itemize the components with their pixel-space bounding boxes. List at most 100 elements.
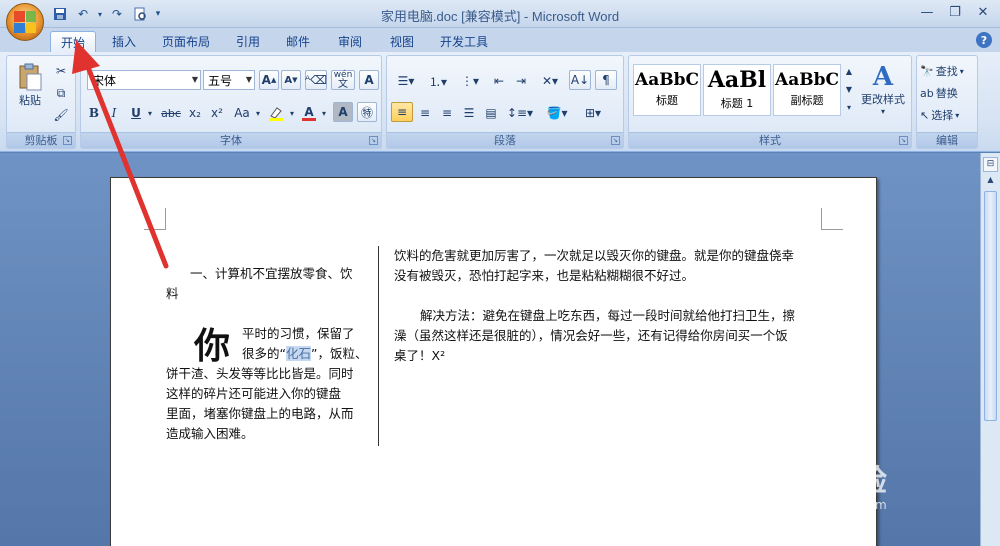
text-line: 平时的习惯，保留了 bbox=[242, 326, 355, 341]
underline-dropdown-icon[interactable]: ▾ bbox=[145, 102, 155, 124]
style-name: 标题 1 bbox=[720, 97, 754, 110]
clear-format-icon[interactable]: ᴬ⌫ bbox=[305, 70, 327, 90]
margin-corner-top-left bbox=[144, 208, 166, 230]
chevron-down-icon: ▼ bbox=[191, 75, 198, 84]
tab-review[interactable]: 审阅 bbox=[328, 31, 372, 52]
styles-scroll-down-icon[interactable]: ▼ bbox=[843, 80, 855, 98]
multilevel-list-icon[interactable]: ⋮▾ bbox=[455, 70, 485, 92]
line-spacing-icon[interactable]: ↕≡▾ bbox=[505, 102, 535, 124]
find-button[interactable]: 🔭 查找 ▾ bbox=[919, 60, 977, 82]
text-line: 澡（虽然这样还是很脏的），情况会好一些，还有记得给你房间买一个饭 bbox=[394, 328, 788, 343]
cut-icon[interactable]: ✂ bbox=[51, 60, 71, 82]
chevron-down-icon: ▼ bbox=[245, 75, 252, 84]
case-dropdown-icon[interactable]: ▾ bbox=[253, 102, 263, 124]
clipboard-group: 粘贴 ✂ ⧉ 🖌 剪贴板 ↘ bbox=[6, 55, 76, 149]
distribute-icon[interactable]: ▤ bbox=[481, 102, 501, 124]
align-left-icon[interactable]: ≡ bbox=[391, 102, 413, 122]
replace-label: 替换 bbox=[935, 87, 958, 100]
justify-icon[interactable]: ☰ bbox=[459, 102, 479, 124]
tab-references[interactable]: 引用 bbox=[226, 31, 270, 52]
enclose-char-icon[interactable]: ㊕ bbox=[357, 102, 377, 122]
editing-group-label: 编辑 bbox=[917, 132, 977, 148]
style-subtitle[interactable]: AaBbC 副标题 bbox=[773, 64, 841, 116]
tab-view[interactable]: 视图 bbox=[380, 31, 424, 52]
tab-insert[interactable]: 插入 bbox=[102, 31, 146, 52]
superscript-button[interactable]: x² bbox=[207, 102, 227, 124]
vertical-scrollbar[interactable]: ⊟ ▲ bbox=[980, 153, 1000, 546]
help-icon[interactable]: ? bbox=[976, 32, 992, 48]
paste-button[interactable]: 粘贴 bbox=[13, 60, 47, 110]
dropcap-char: 你 bbox=[194, 325, 231, 367]
scroll-thumb[interactable] bbox=[984, 191, 997, 421]
column-divider bbox=[378, 246, 379, 446]
view-ruler-icon[interactable]: ⊟ bbox=[983, 157, 998, 172]
tab-home[interactable]: 开始 bbox=[50, 31, 97, 52]
font-color-dropdown-icon[interactable]: ▾ bbox=[319, 102, 329, 124]
font-size-select[interactable]: 五号 ▼ bbox=[203, 70, 255, 90]
highlight-icon[interactable] bbox=[265, 102, 287, 124]
highlight-dropdown-icon[interactable]: ▾ bbox=[287, 102, 297, 124]
borders-icon[interactable]: ⊞▾ bbox=[577, 102, 609, 124]
copy-icon[interactable]: ⧉ bbox=[51, 82, 71, 104]
paste-icon bbox=[19, 63, 42, 91]
underline-button[interactable]: U bbox=[127, 102, 145, 124]
font-name-select[interactable]: 宋体 ▼ bbox=[87, 70, 201, 90]
clipboard-launcher-icon[interactable]: ↘ bbox=[63, 136, 72, 145]
chinese-layout-icon[interactable]: ✕▾ bbox=[535, 70, 565, 92]
sort-icon[interactable]: A↓ bbox=[569, 70, 591, 90]
ribbon-tabs: 开始 插入 页面布局 引用 邮件 审阅 视图 开发工具 ? bbox=[0, 28, 1000, 52]
show-marks-icon[interactable]: ¶ bbox=[595, 70, 617, 90]
align-center-icon[interactable]: ≡ bbox=[415, 102, 435, 124]
tab-page-layout[interactable]: 页面布局 bbox=[152, 31, 220, 52]
text-line: 里面，堵塞你键盘上的电路，从而 bbox=[166, 406, 354, 421]
style-heading-1[interactable]: AaBl 标题 1 bbox=[703, 64, 771, 116]
bold-button[interactable]: B bbox=[85, 102, 103, 124]
replace-button[interactable]: ab 替换 bbox=[919, 82, 977, 104]
styles-launcher-icon[interactable]: ↘ bbox=[899, 136, 908, 145]
italic-button[interactable]: I bbox=[105, 102, 123, 124]
numbering-icon[interactable]: ⒈▾ bbox=[423, 70, 453, 92]
decrease-indent-icon[interactable]: ⇤ bbox=[489, 70, 509, 92]
select-button[interactable]: ↖ 选择 ▾ bbox=[919, 104, 977, 126]
paragraph-launcher-icon[interactable]: ↘ bbox=[611, 136, 620, 145]
tab-mailings[interactable]: 邮件 bbox=[276, 31, 320, 52]
change-styles-label: 更改样式 bbox=[861, 92, 905, 106]
text-line: 桌了！X² bbox=[394, 348, 446, 363]
strikethrough-button[interactable]: abc bbox=[159, 102, 183, 124]
heading-line-cont: 料 bbox=[166, 286, 179, 301]
text-line-selection: 很多的“化石”，饭粒、 bbox=[242, 344, 367, 364]
restore-icon[interactable]: ❐ bbox=[942, 2, 968, 22]
find-icon: 🔭 bbox=[920, 64, 934, 78]
styles-more-icon[interactable]: ▾ bbox=[843, 98, 855, 116]
char-shading-button[interactable]: A bbox=[333, 102, 353, 122]
styles-scroll-up-icon[interactable]: ▲ bbox=[843, 62, 855, 80]
text-line: 没有被毁灭，恐怕打起字来，也是粘粘糊糊很不好过。 bbox=[394, 268, 695, 283]
tab-developer[interactable]: 开发工具 bbox=[430, 31, 498, 52]
shading-icon[interactable]: 🪣▾ bbox=[541, 102, 573, 124]
ribbon: 粘贴 ✂ ⧉ 🖌 剪贴板 ↘ 宋体 ▼ 五号 ▼ A ▲ A ▼ ᴬ⌫ wén 文 A… bbox=[0, 52, 1000, 152]
char-border-button[interactable]: A bbox=[359, 70, 379, 90]
text-line: 造成输入困难。 bbox=[166, 426, 254, 441]
styles-group: AaBbC 标题 AaBl 标题 1 AaBbC 副标题 ▲ ▼ ▾ A 更改样… bbox=[628, 55, 912, 149]
text-post: ”，饭粒、 bbox=[311, 346, 368, 361]
font-launcher-icon[interactable]: ↘ bbox=[369, 136, 378, 145]
change-case-button[interactable]: Aa bbox=[231, 102, 253, 124]
phonetic-guide-button[interactable]: wén 文 bbox=[331, 70, 355, 90]
subscript-button[interactable]: x₂ bbox=[185, 102, 205, 124]
change-styles-button[interactable]: A 更改样式 ▾ bbox=[857, 60, 909, 118]
bullets-icon[interactable]: ☰▾ bbox=[391, 70, 421, 92]
baidu-watermark: Bai 经验 jingyan.baidu.com bbox=[768, 456, 887, 512]
close-icon[interactable]: ✕ bbox=[970, 2, 996, 22]
shrink-font-button[interactable]: A ▼ bbox=[281, 70, 301, 90]
align-right-icon[interactable]: ≡ bbox=[437, 102, 457, 124]
minimize-icon[interactable]: — bbox=[914, 2, 940, 22]
grow-font-button[interactable]: A ▲ bbox=[259, 70, 279, 90]
scroll-up-icon[interactable]: ▲ bbox=[983, 175, 998, 190]
text-line: 这样的碎片还可能进入你的键盘 bbox=[166, 386, 342, 401]
font-color-button[interactable]: A bbox=[299, 102, 319, 124]
style-title[interactable]: AaBbC 标题 bbox=[633, 64, 701, 116]
selected-text[interactable]: 化石 bbox=[285, 346, 311, 361]
format-painter-icon[interactable]: 🖌 bbox=[51, 104, 71, 126]
increase-indent-icon[interactable]: ⇥ bbox=[511, 70, 531, 92]
office-button[interactable] bbox=[6, 3, 44, 41]
